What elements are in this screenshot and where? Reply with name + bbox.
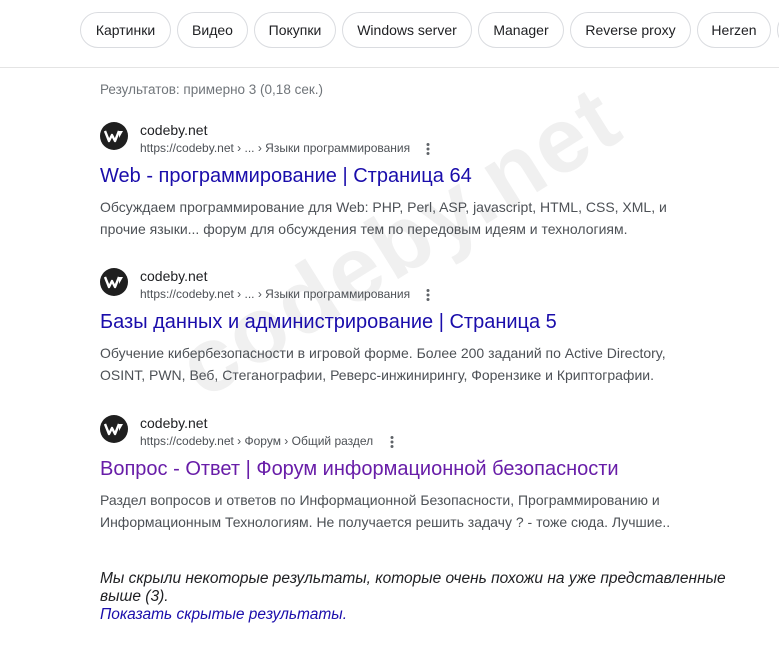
more-options-icon[interactable] [421,288,435,302]
more-options-icon[interactable] [385,435,399,449]
result-title-link[interactable]: Базы данных и администрирование | Страни… [100,310,557,334]
chip-video[interactable]: Видео [177,12,248,48]
result-title-link[interactable]: Web - программирование | Страница 64 [100,164,472,188]
results-stats: Результатов: примерно 3 (0,18 сек.) [100,82,323,97]
breadcrumb-text[interactable]: https://codeby.net › Форум › Общий разде… [140,434,373,448]
breadcrumb-text[interactable]: https://codeby.net › ... › Языки програм… [140,141,410,155]
more-options-icon[interactable] [421,142,435,156]
breadcrumb[interactable]: https://codeby.net › Форум › Общий разде… [140,434,399,449]
show-hidden-results-link[interactable]: Показать скрытые результаты. [100,606,347,623]
chip-reverse-proxy[interactable]: Reverse proxy [570,12,691,48]
chip-herzen[interactable]: Herzen [697,12,771,48]
chip-shopping[interactable]: Покупки [254,12,336,48]
omitted-results-notice: Мы скрыли некоторые результаты, которые … [100,570,760,624]
site-favicon-icon[interactable] [100,122,128,150]
search-result: codeby.net https://codeby.net › ... › Яз… [100,268,700,388]
chip-images[interactable]: Картинки [80,12,171,48]
site-name[interactable]: codeby.net [140,268,207,284]
filter-chips-bar: Картинки Видео Покупки Windows server Ma… [0,0,779,68]
omitted-results-text: Мы скрыли некоторые результаты, которые … [100,570,726,605]
result-snippet: Раздел вопросов и ответов по Информацион… [100,492,671,530]
site-favicon-icon[interactable] [100,268,128,296]
breadcrumb[interactable]: https://codeby.net › ... › Языки програм… [140,287,435,302]
site-favicon-icon[interactable] [100,415,128,443]
search-result: codeby.net https://codeby.net › ... › Яз… [100,122,700,242]
result-snippet: Обсуждаем программирование для Web: PHP,… [100,199,667,237]
result-title-link[interactable]: Вопрос - Ответ | Форум информационной бе… [100,457,619,481]
result-snippet: Обучение кибербезопасности в игровой фор… [100,345,666,383]
site-name[interactable]: codeby.net [140,122,207,138]
breadcrumb[interactable]: https://codeby.net › ... › Языки програм… [140,141,435,156]
chip-windows-server[interactable]: Windows server [342,12,472,48]
site-name[interactable]: codeby.net [140,415,207,431]
chip-manager[interactable]: Manager [478,12,564,48]
breadcrumb-text[interactable]: https://codeby.net › ... › Языки програм… [140,287,410,301]
search-result: codeby.net https://codeby.net › Форум › … [100,415,700,535]
